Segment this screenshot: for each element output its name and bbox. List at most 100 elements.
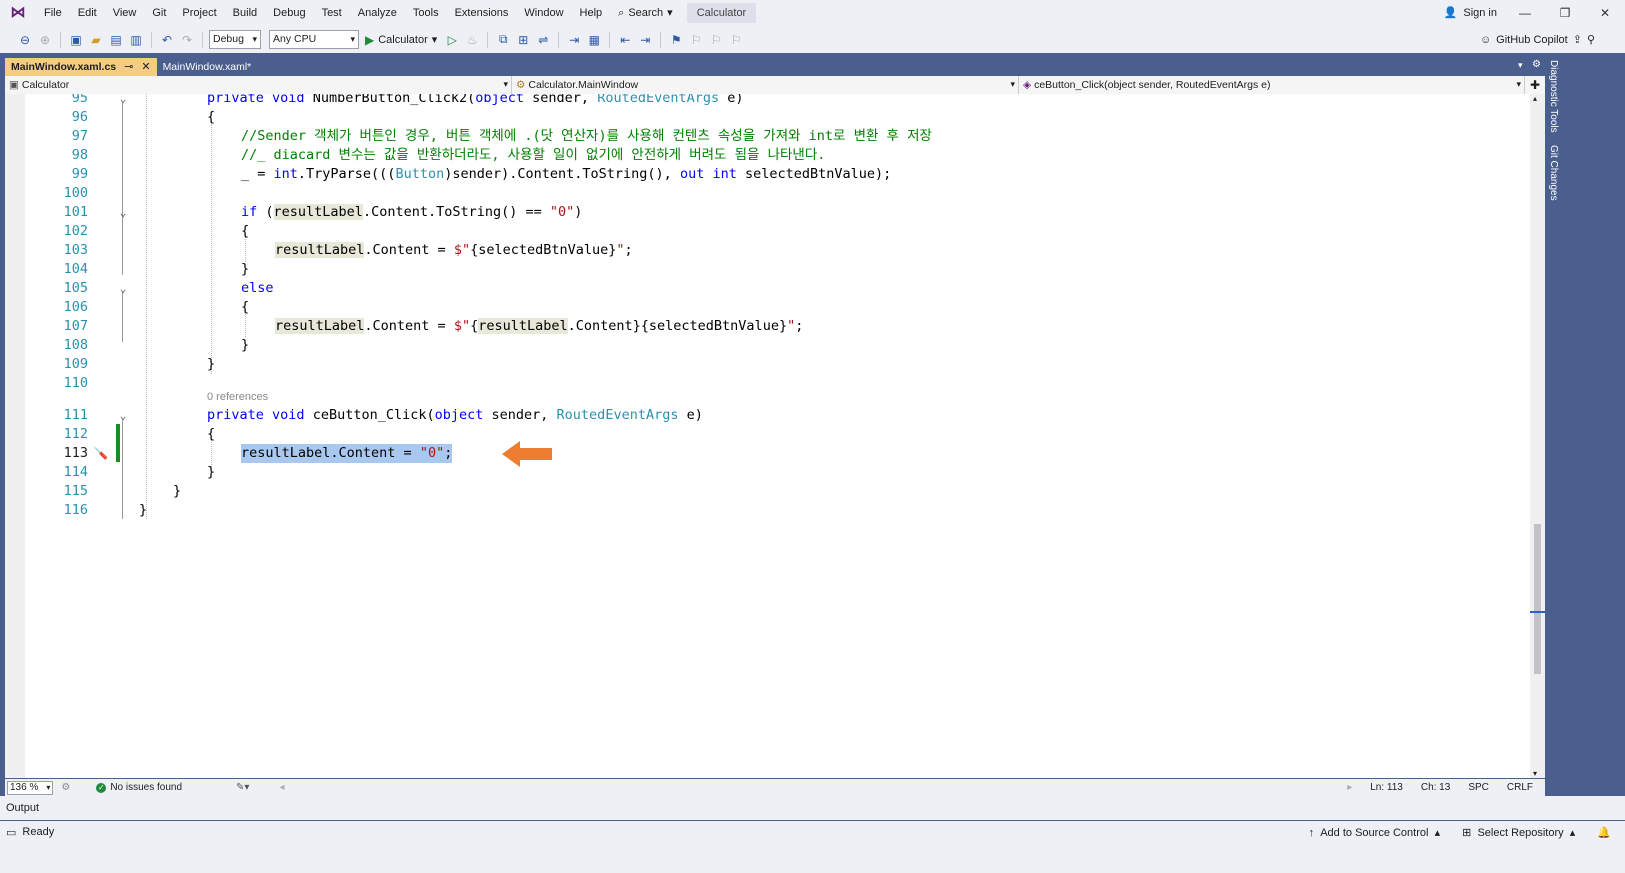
menu-debug[interactable]: Debug [265,2,313,24]
add-source-control-button[interactable]: ↑ Add to Source Control ▴ [1309,826,1441,839]
notifications-bell-icon[interactable]: 🔔 [1597,826,1611,839]
visual-studio-logo-icon[interactable]: ⋈ [8,5,28,21]
issues-status[interactable]: No issues found [110,782,182,793]
scroll-up-icon[interactable]: ▴ [1533,94,1537,103]
undo-icon[interactable]: ↶ [158,31,176,49]
indent-icon[interactable]: ⇤ [616,31,634,49]
pin-tab-icon[interactable]: ⊸ [124,58,133,76]
code-line: 112 { [5,425,1530,444]
redo-icon[interactable]: ↷ [178,31,196,49]
line-number: 108 [63,337,88,353]
type-dropdown[interactable]: ⚙ Calculator.MainWindow [512,76,1019,94]
brush-icon[interactable]: ✎▾ [236,782,249,793]
github-copilot-button[interactable]: ☺ GitHub Copilot ⇪ ⚲ [1480,26,1595,53]
start-without-debugging-icon[interactable]: ▷ [443,31,461,49]
collapse-icon[interactable]: ⌄ [117,406,129,425]
pin-icon[interactable]: ⚲ [1587,33,1595,46]
diagnostic-tools-tab[interactable]: Diagnostic Tools [1548,60,1559,133]
platform-dropdown[interactable]: Any CPU [269,30,359,49]
line-ending-indicator[interactable]: CRLF [1507,782,1533,793]
maximize-button[interactable]: ❐ [1545,0,1585,26]
menu-window[interactable]: Window [516,2,571,24]
tab-dropdown-icon[interactable]: ▾ [1518,60,1523,71]
select-repository-button[interactable]: ⊞ Select Repository ▴ [1462,826,1575,839]
csharp-project-icon: ▣ [9,78,19,91]
scroll-right-icon[interactable]: ▸ [1347,782,1352,793]
hot-reload-icon[interactable]: ♨ [463,31,481,49]
tab-mainwindow-xaml[interactable]: MainWindow.xaml* [157,58,258,76]
vertical-scrollbar[interactable]: ▴ ▾ [1530,94,1545,778]
collapse-icon[interactable]: ⌄ [117,279,129,298]
menu-tools[interactable]: Tools [405,2,447,24]
tab-label: MainWindow.xaml* [162,61,252,73]
menu-help[interactable]: Help [572,2,611,24]
scroll-left-icon[interactable]: ◂ [279,782,284,793]
menu-test[interactable]: Test [314,2,350,24]
save-all-icon[interactable]: ▥ [127,31,145,49]
scroll-down-icon[interactable]: ▾ [1533,769,1537,778]
collapse-icon[interactable]: ⌄ [117,203,129,222]
split-editor-icon[interactable]: ✚ [1525,76,1545,94]
code-line: 106 { [5,298,1530,317]
menu-extensions[interactable]: Extensions [447,2,517,24]
open-folder-icon[interactable]: ▰ [87,31,105,49]
menu-project[interactable]: Project [174,2,224,24]
new-project-icon[interactable]: ▣ [67,31,85,49]
git-changes-tab[interactable]: Git Changes [1548,145,1559,201]
toolbar-divider [202,31,203,48]
save-icon[interactable]: ▤ [107,31,125,49]
next-bookmark-icon[interactable]: ⚐ [707,31,725,49]
menu-bar: ⋈ File Edit View Git Project Build Debug… [0,0,1625,26]
code-comment: //Sender 객체가 버튼인 경우, 버튼 객체에 .(닷 연산자)를 사용… [241,128,932,144]
menu-edit[interactable]: Edit [70,2,105,24]
clear-bookmarks-icon[interactable]: ⚐ [727,31,745,49]
menu-git[interactable]: Git [144,2,174,24]
search-box[interactable]: ⌕ Search ▾ [610,2,681,24]
selected-code: resultLabel.Content = "0"; [241,444,453,463]
close-window-button[interactable]: ✕ [1585,0,1625,26]
output-panel-tab[interactable]: Output [0,796,1625,820]
status-bar-right: ↑ Add to Source Control ▴ ⊞ Select Repos… [1309,821,1611,843]
method-icon: ◈ [1023,78,1032,91]
collapse-icon[interactable]: ⌄ [117,94,129,108]
back-icon[interactable]: ⊖ [16,31,34,49]
caret-position: ▸ Ln: 113 Ch: 13 SPC CRLF [1347,779,1533,796]
member-dropdown[interactable]: ◈ ceButton_Click(object sender, RoutedEv… [1019,76,1525,94]
start-debugging-button[interactable]: ▶ Calculator ▾ [361,33,441,47]
codelens-references[interactable]: 0 references [207,391,268,403]
sign-in-button[interactable]: 👤 Sign in [1444,0,1497,26]
menu-analyze[interactable]: Analyze [350,2,405,24]
window-icon[interactable]: ▦ [585,31,603,49]
tab-mainwindow-xaml-cs[interactable]: MainWindow.xaml.cs ⊸ ✕ [5,58,157,76]
column-indicator[interactable]: Ch: 13 [1421,782,1450,793]
editor-status-bar: 136 % ⚙ ✓ No issues found ✎▾ ◂ ▸ Ln: 113… [5,779,1545,796]
menu-file[interactable]: File [36,2,70,24]
forward-icon[interactable]: ⊕ [36,31,54,49]
prev-bookmark-icon[interactable]: ⚐ [687,31,705,49]
menu-view[interactable]: View [105,2,145,24]
minimize-button[interactable]: — [1505,0,1545,26]
quick-actions-screwdriver-icon[interactable]: 🪛 [93,444,108,463]
step-icon[interactable]: ⇥ [565,31,583,49]
browser-link-icon[interactable]: ⧉ [494,31,512,49]
copilot-label: GitHub Copilot [1496,33,1568,46]
whitespace-indicator[interactable]: SPC [1468,782,1489,793]
bookmark-icon[interactable]: ⚑ [667,31,685,49]
menu-build[interactable]: Build [225,2,265,24]
layout-icon[interactable]: ⊞ [514,31,532,49]
zoom-dropdown[interactable]: 136 % [7,780,54,795]
caret-marker [1530,611,1545,613]
sign-in-label: Sign in [1463,7,1497,19]
check-icon: ✓ [96,782,107,793]
settings-gear-icon[interactable]: ⚙ [1532,59,1541,70]
configuration-dropdown[interactable]: Debug [209,30,261,49]
breakpoints-icon[interactable]: ⇌ [534,31,552,49]
intellicode-icon[interactable]: ⚙ [61,782,70,793]
close-tab-icon[interactable]: ✕ [141,58,150,76]
line-indicator[interactable]: Ln: 113 [1370,782,1403,793]
outdent-icon[interactable]: ⇥ [636,31,654,49]
scrollbar-thumb[interactable] [1534,524,1541,674]
project-dropdown[interactable]: ▣ Calculator [5,76,512,94]
code-editor[interactable]: 95 ⌄ private void NumberButton_Click2(ob… [5,94,1530,778]
share-icon[interactable]: ⇪ [1573,33,1582,46]
